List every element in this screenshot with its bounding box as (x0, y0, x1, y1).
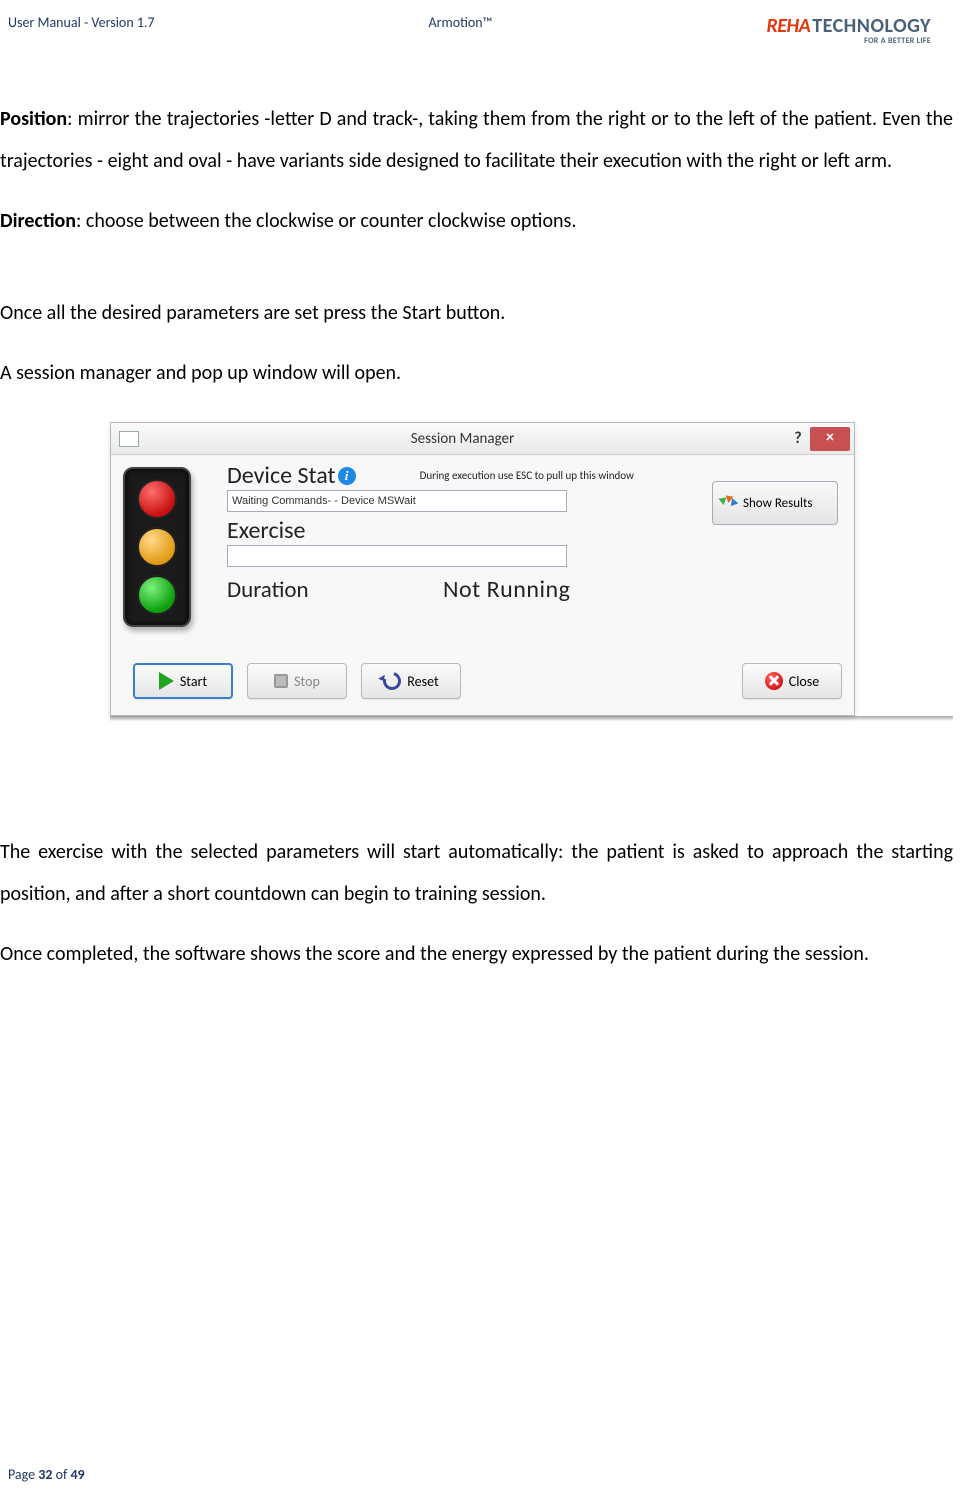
duration-label: Duration (227, 576, 443, 604)
para-popup: A session manager and pop up window will… (0, 352, 953, 394)
esc-hint: During execution use ESC to pull up this… (356, 469, 698, 482)
close-button[interactable]: Close (742, 663, 842, 699)
header-logo: REHA TECHNOLOGY FOR A BETTER LIFE (766, 14, 931, 48)
start-label: Start (180, 673, 207, 690)
amber-light-icon (137, 527, 177, 567)
show-results-label: Show Results (743, 496, 812, 511)
stop-label: Stop (294, 673, 320, 690)
duration-value: Not Running (443, 575, 570, 604)
reset-label: Reset (407, 673, 438, 690)
window-icon (119, 431, 139, 447)
titlebar: Session Manager ? × (111, 423, 854, 455)
device-status-field[interactable] (227, 490, 567, 512)
logo-tech: TECHNOLOGY (812, 14, 931, 38)
page-footer: Page 32 of 49 (8, 1466, 85, 1483)
header-center: Armotion™ (429, 14, 493, 31)
header-left: User Manual - Version 1.7 (8, 14, 155, 31)
exercise-field[interactable] (227, 545, 567, 567)
green-light-icon (137, 575, 177, 615)
position-text: : mirror the trajectories -letter D and … (0, 107, 953, 173)
exercise-label: Exercise (227, 516, 698, 545)
results-icon (719, 496, 737, 510)
reset-button[interactable]: Reset (361, 663, 461, 699)
footer-total: 49 (70, 1466, 84, 1483)
logo-reha: REHA (766, 14, 810, 38)
page-content: Position: mirror the trajectories -lette… (0, 48, 961, 975)
play-icon (159, 672, 174, 690)
red-light-icon (137, 479, 177, 519)
direction-text: : choose between the clockwise or counte… (76, 209, 576, 233)
device-state-label: Device Stat (227, 461, 336, 490)
reset-icon (380, 669, 405, 694)
para-start: Once all the desired parameters are set … (0, 292, 953, 334)
window-title: Session Manager (139, 430, 786, 448)
start-button[interactable]: Start (133, 663, 233, 699)
show-results-button[interactable]: Show Results (712, 481, 838, 525)
para-position: Position: mirror the trajectories -lette… (0, 98, 953, 182)
direction-label: Direction (0, 209, 76, 233)
position-label: Position (0, 107, 67, 131)
footer-current: 32 (38, 1466, 52, 1483)
titlebar-close-button[interactable]: × (810, 427, 850, 451)
para-score: Once completed, the software shows the s… (0, 933, 953, 975)
para-auto-start: The exercise with the selected parameter… (0, 831, 953, 915)
close-label: Close (789, 673, 820, 690)
page-header: User Manual - Version 1.7 Armotion™ REHA… (0, 0, 961, 48)
footer-of: of (52, 1466, 70, 1483)
close-icon (765, 672, 783, 690)
footer-prefix: Page (8, 1466, 38, 1483)
session-manager-dialog: Session Manager ? × Device Stat i (110, 422, 855, 716)
info-icon[interactable]: i (338, 467, 356, 485)
para-direction: Direction: choose between the clockwise … (0, 200, 953, 242)
traffic-light-icon (123, 467, 191, 627)
help-button[interactable]: ? (786, 429, 810, 448)
stop-icon (274, 674, 288, 688)
stop-button[interactable]: Stop (247, 663, 347, 699)
